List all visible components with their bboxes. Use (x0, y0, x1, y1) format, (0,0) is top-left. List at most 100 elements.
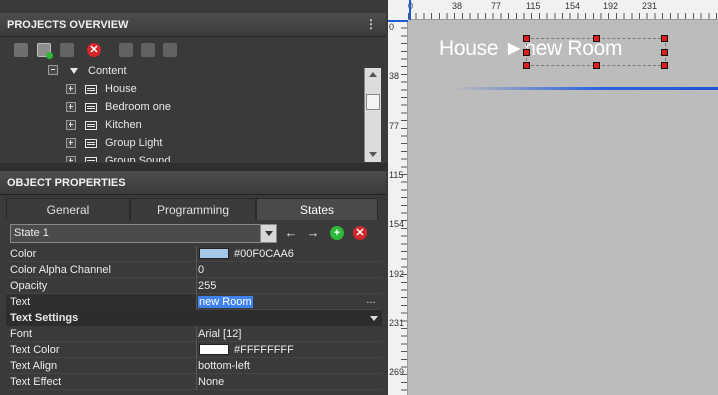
tree-item-label: Bedroom one (105, 101, 172, 113)
text-value-input[interactable]: new Room (198, 294, 253, 310)
property-name: Color Alpha Channel (10, 264, 111, 276)
property-row-text-color[interactable]: Text Color #FFFFFFFF (6, 342, 382, 358)
expand-icon[interactable] (66, 102, 76, 112)
selected-text: new Room (198, 296, 253, 308)
page-icon (85, 121, 97, 130)
ruler-corner (388, 0, 408, 20)
resize-handle[interactable] (523, 62, 530, 69)
resize-handle[interactable] (523, 35, 530, 42)
arrow-left-icon[interactable]: ← (284, 226, 298, 240)
copy-icon[interactable] (60, 43, 74, 57)
property-value: None (198, 376, 225, 388)
projects-toolbar: ✕ (0, 38, 386, 62)
property-row-color[interactable]: Color #00F0CAA6 (6, 246, 382, 262)
tree-item-label: Kitchen (105, 119, 142, 131)
move-down-icon[interactable] (141, 43, 155, 57)
add-state-icon[interactable]: + (330, 226, 344, 240)
tree-item[interactable]: Bedroom one (0, 98, 362, 116)
panel-options-icon[interactable]: ⋮ (364, 17, 378, 31)
collapse-group-icon[interactable] (370, 316, 378, 321)
property-row-alpha[interactable]: Color Alpha Channel 0 (6, 262, 382, 278)
property-name: Text (10, 296, 31, 308)
ruler-label: 115 (526, 1, 541, 11)
resize-handle[interactable] (661, 62, 668, 69)
property-value: Arial [12] (198, 328, 242, 340)
ruler-label: 154 (565, 1, 581, 11)
color-swatch[interactable] (199, 248, 229, 259)
design-canvas-area: 0 38 77 115 154 192 231 0 38 77 115 154 … (388, 0, 718, 395)
ruler-label: 231 (642, 1, 658, 11)
property-row-text-effect[interactable]: Text Effect None (6, 374, 382, 390)
ruler-label: 231 (389, 318, 405, 328)
page-icon (85, 103, 97, 112)
property-value: 255 (198, 280, 217, 292)
property-name: Font (10, 328, 33, 340)
property-name: Opacity (10, 280, 48, 292)
project-tree: Content House Bedroom one Kitchen Group (0, 62, 382, 162)
delete-icon[interactable]: ✕ (87, 43, 101, 57)
tree-item[interactable]: Kitchen (0, 116, 362, 134)
property-row-text[interactable]: Text new Room ... (6, 294, 382, 310)
remove-state-icon[interactable]: ✕ (353, 226, 367, 240)
edit-text-button[interactable]: ... (362, 294, 380, 309)
ruler-label: 38 (452, 1, 463, 11)
ruler-label: 115 (389, 170, 404, 180)
add-page-icon[interactable] (14, 43, 28, 57)
state-select[interactable]: State 1 (10, 224, 277, 243)
property-row-text-align[interactable]: Text Align bottom-left (6, 358, 382, 374)
tree-scrollbar[interactable] (364, 68, 381, 162)
ruler-label: 192 (389, 269, 405, 279)
collapse-icon[interactable] (48, 65, 58, 75)
scroll-up-icon[interactable] (369, 72, 377, 77)
sort-icon[interactable] (163, 43, 177, 57)
property-name: Color (10, 248, 37, 260)
property-name: Text Effect (10, 376, 62, 388)
chevron-down-icon[interactable] (260, 225, 276, 242)
tree-item-label: Group Sound (105, 155, 171, 162)
resize-handle[interactable] (593, 62, 600, 69)
expand-icon[interactable] (66, 138, 76, 148)
scroll-thumb[interactable] (366, 94, 380, 110)
resize-handle[interactable] (593, 35, 600, 42)
arrow-right-icon[interactable]: → (306, 226, 320, 240)
left-panel: PROJECTS OVERVIEW ⋮ ✕ Content House Bedr… (0, 0, 388, 395)
projects-overview-title: PROJECTS OVERVIEW (7, 19, 129, 31)
resize-handle[interactable] (661, 35, 668, 42)
ruler-left: 0 38 77 115 154 192 231 269 (388, 20, 408, 395)
tree-item[interactable]: House (0, 80, 362, 98)
new-item-icon[interactable] (37, 43, 53, 59)
scroll-down-icon[interactable] (369, 152, 377, 157)
ruler-label: 269 (389, 367, 405, 377)
color-swatch[interactable] (199, 344, 229, 355)
tab-states[interactable]: States (256, 198, 378, 220)
page-icon (85, 139, 97, 148)
design-canvas[interactable]: House ►new Room (409, 21, 718, 395)
selection-box[interactable] (523, 35, 668, 69)
expand-icon[interactable] (66, 84, 76, 94)
resize-handle[interactable] (523, 49, 530, 56)
tree-item-label: Group Light (105, 137, 163, 149)
property-value: 0 (198, 264, 205, 276)
expand-icon[interactable] (66, 156, 76, 162)
expanded-arrow-icon (70, 68, 78, 74)
tree-root-label: Content (88, 65, 127, 77)
ruler-label: 77 (389, 121, 400, 131)
tree-item[interactable]: Group Sound (0, 152, 362, 162)
resize-handle[interactable] (661, 49, 668, 56)
property-row-font[interactable]: Font Arial [12] (6, 326, 382, 342)
property-value: #FFFFFFFF (234, 344, 294, 356)
tab-programming[interactable]: Programming (130, 198, 256, 220)
move-up-icon[interactable] (119, 43, 133, 57)
panel-splitter[interactable] (0, 163, 388, 171)
tab-general[interactable]: General (6, 198, 130, 220)
tree-item[interactable]: Group Light (0, 134, 362, 152)
expand-icon[interactable] (66, 120, 76, 130)
canvas-line-object[interactable] (453, 87, 718, 90)
property-row-opacity[interactable]: Opacity 255 (6, 278, 382, 294)
ruler-top: 0 38 77 115 154 192 231 (408, 0, 718, 20)
tree-item-content[interactable]: Content (0, 62, 362, 80)
app-window: PROJECTS OVERVIEW ⋮ ✕ Content House Bedr… (0, 0, 718, 395)
property-value: bottom-left (198, 360, 250, 372)
page-icon (85, 85, 97, 94)
text-settings-group[interactable]: Text Settings (6, 310, 382, 326)
